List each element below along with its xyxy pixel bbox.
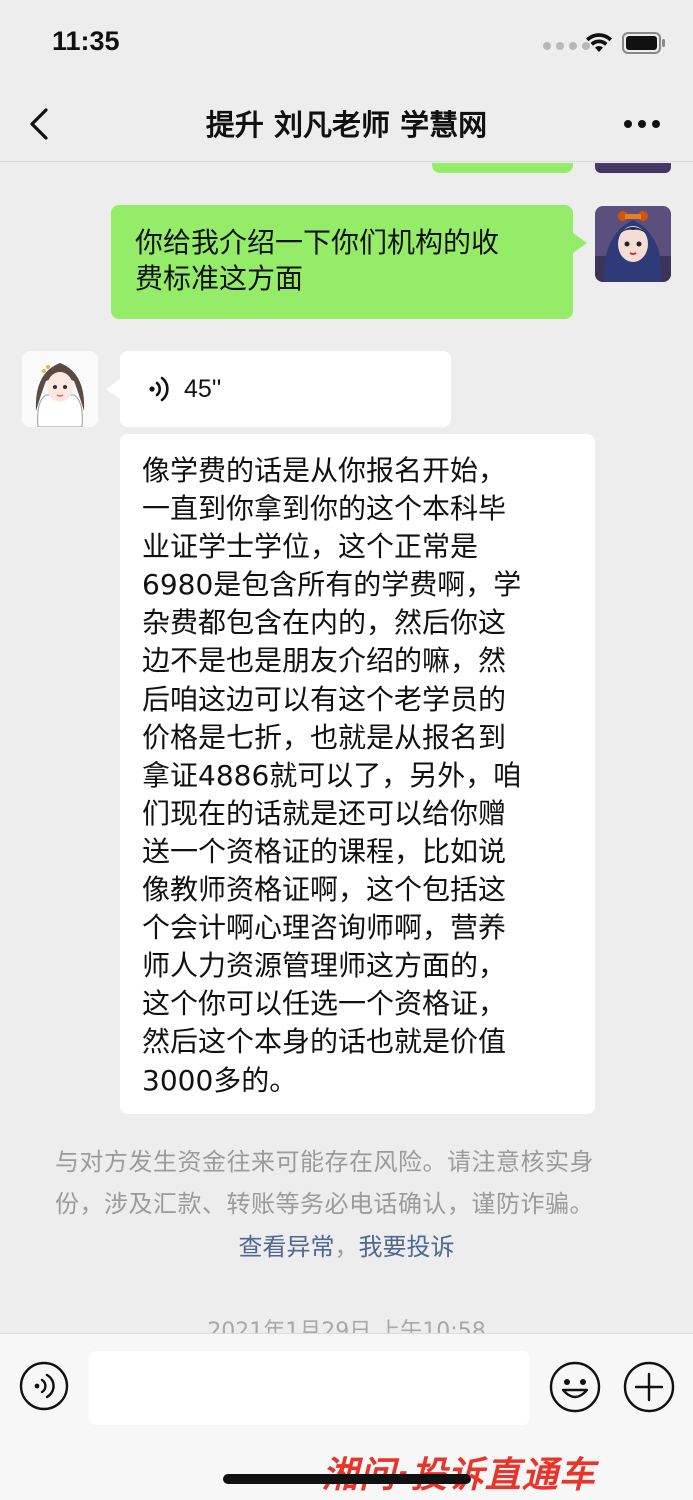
more-options-icon[interactable] <box>622 118 662 130</box>
battery-icon <box>622 32 665 54</box>
nav-bar: 提升 刘凡老师 学慧网 <box>0 86 693 162</box>
previous-avatar[interactable] <box>595 163 671 173</box>
transcript-line: 边不是也是朋友介绍的嘛，然 <box>142 644 507 678</box>
complain-link[interactable]: 我要投诉 <box>359 1233 455 1261</box>
transcript-line: 们现在的话就是还可以给你赠 <box>142 796 507 830</box>
transcript-line: 6980是包含所有的学费啊，学 <box>142 568 522 602</box>
watermark-logo: 湘问·投诉直通车 <box>322 1446 596 1498</box>
voice-duration: 45'' <box>184 375 222 403</box>
emoji-icon[interactable] <box>549 1361 601 1413</box>
risk-warning-notice: 与对方发生资金往来可能存在风险。请注意核实身 份，涉及汇款、转账等务必电话确认，… <box>55 1141 655 1225</box>
outgoing-message-bubble[interactable]: 你给我介绍一下你们机构的收 费标准这方面 <box>111 205 587 319</box>
transcript-line: 师人力资源管理师这方面的， <box>142 949 507 983</box>
voice-input-toggle-icon[interactable] <box>19 1361 69 1411</box>
message-text-line: 费标准这方面 <box>135 262 304 295</box>
voice-message-bubble[interactable]: 45'' <box>106 351 451 427</box>
message-input[interactable] <box>89 1351 530 1425</box>
transcript-line: 杂费都包含在内的，然后你这 <box>142 606 507 640</box>
transcript-line: 后咱这边可以有这个老学员的 <box>142 682 507 716</box>
status-time: 11:35 <box>52 26 120 56</box>
transcript-line: 业证学士学位，这个正常是 <box>142 530 479 564</box>
my-avatar[interactable] <box>595 206 671 282</box>
status-bar: 11:35 <box>0 0 693 86</box>
transcript-line: 这个你可以任选一个资格证， <box>142 987 507 1021</box>
add-icon[interactable] <box>623 1361 675 1413</box>
voice-transcript-bubble[interactable]: 像学费的话是从你报名开始， 一直到你拿到你的这个本科毕 业证学士学位，这个正常是… <box>120 434 595 1114</box>
message-text-line: 你给我介绍一下你们机构的收 <box>135 226 500 259</box>
signal-strength-icon <box>543 42 590 50</box>
contact-avatar[interactable] <box>22 351 98 427</box>
link-separator: ， <box>334 1233 359 1261</box>
warning-line: 与对方发生资金往来可能存在风险。请注意核实身 <box>55 1148 594 1176</box>
transcript-line: 送一个资格证的课程，比如说 <box>142 834 507 868</box>
transcript-line: 3000多的。 <box>142 1063 298 1097</box>
warning-line: 份，涉及汇款、转账等务必电话确认，谨防诈骗。 <box>55 1190 594 1218</box>
previous-message-bubble[interactable] <box>432 163 573 173</box>
chat-title: 提升 刘凡老师 学慧网 <box>205 108 488 142</box>
input-bar: 湘问·投诉直通车 <box>0 1333 693 1500</box>
voice-wave-icon <box>149 376 169 402</box>
transcript-line: 一直到你拿到你的这个本科毕 <box>142 492 507 526</box>
transcript-line: 像学费的话是从你报名开始， <box>142 454 507 487</box>
view-abnormal-link[interactable]: 查看异常 <box>239 1233 335 1261</box>
transcript-line: 然后这个本身的话也就是价值 <box>142 1025 507 1059</box>
transcript-line: 个会计啊心理咨询师啊，营养 <box>142 911 507 945</box>
transcript-line: 像教师资格证啊，这个包括这 <box>142 873 507 907</box>
transcript-line: 拿证4886就可以了，另外，咱 <box>142 758 522 792</box>
message-timestamp: 2021年1月29日 上午10:58 <box>207 1319 486 1333</box>
warning-links: 查看异常，我要投诉 <box>0 1227 693 1262</box>
wifi-icon <box>586 33 612 52</box>
home-indicator[interactable] <box>223 1474 471 1484</box>
chat-area[interactable]: 你给我介绍一下你们机构的收 费标准这方面 45'' 像学费的话是从你报名开始， … <box>0 163 693 1333</box>
transcript-line: 价格是七折，也就是从报名到 <box>142 720 507 754</box>
